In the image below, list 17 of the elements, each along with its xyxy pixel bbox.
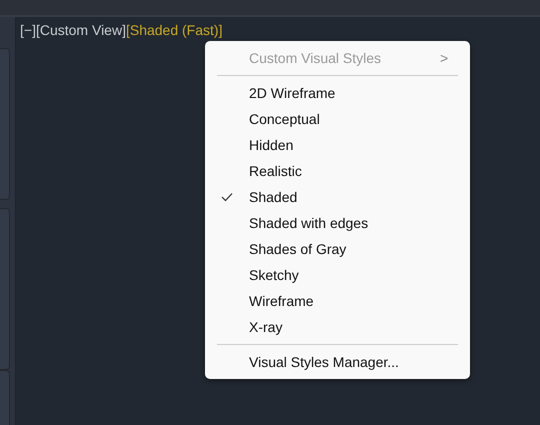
menu-item[interactable]: Sketchy: [205, 262, 470, 288]
menu-item[interactable]: Shades of Gray: [205, 236, 470, 262]
side-tab[interactable]: [0, 370, 10, 425]
menu-item[interactable]: Wireframe: [205, 288, 470, 314]
menu-item[interactable]: Hidden: [205, 132, 470, 158]
menu-item[interactable]: Conceptual: [205, 106, 470, 132]
menu-item[interactable]: Shaded with edges: [205, 210, 470, 236]
menu-item[interactable]: X-ray: [205, 314, 470, 340]
menu-item[interactable]: Shaded: [205, 184, 470, 210]
viewport-label-link[interactable]: [Shaded (Fast)]: [126, 22, 222, 38]
viewport-label-link[interactable]: [−]: [20, 22, 36, 38]
menu-item[interactable]: 2D Wireframe: [205, 80, 470, 106]
side-tab[interactable]: [0, 48, 10, 200]
viewport-label-link[interactable]: [Custom View]: [36, 22, 126, 38]
side-tab[interactable]: [0, 208, 10, 370]
menu-item[interactable]: Realistic: [205, 158, 470, 184]
menu-item[interactable]: Visual Styles Manager...: [205, 349, 470, 375]
